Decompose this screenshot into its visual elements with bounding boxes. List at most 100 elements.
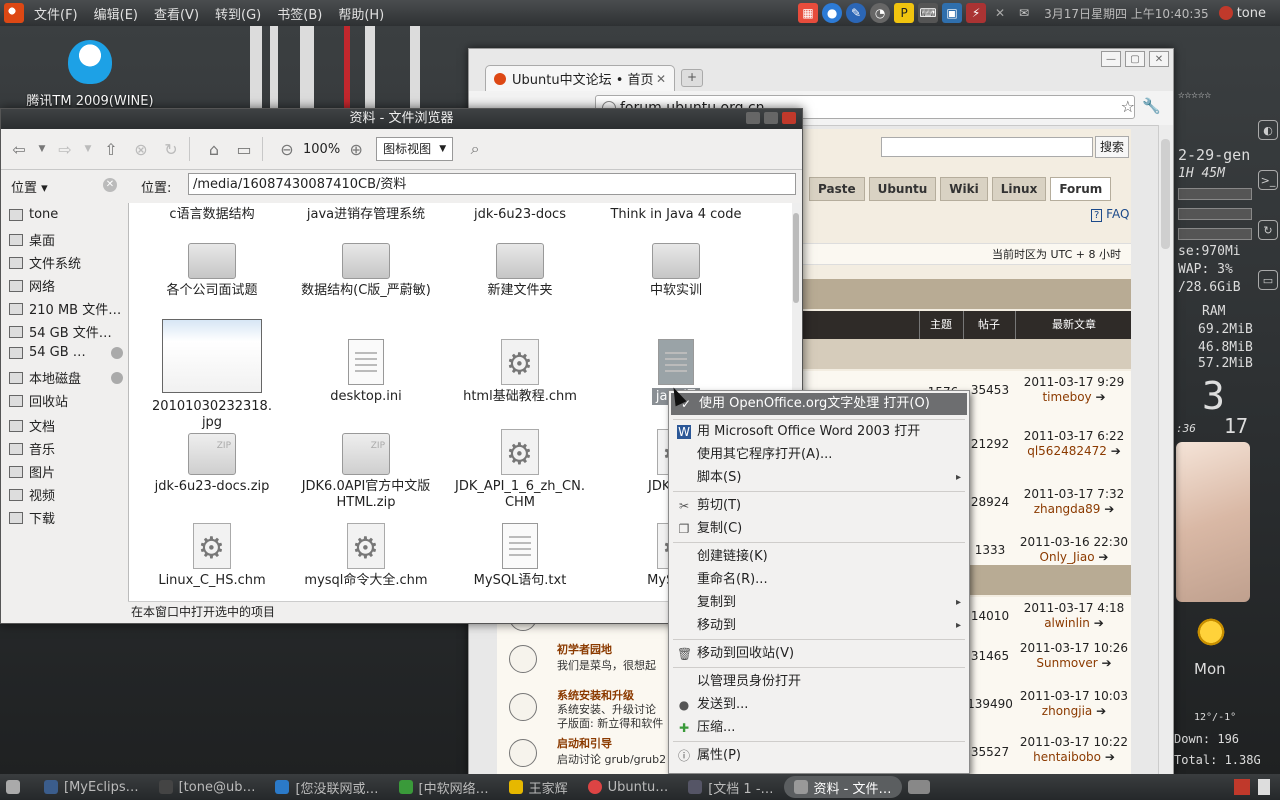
sidebar-item-desktop[interactable]: 桌面 xyxy=(9,230,123,249)
forum-title[interactable]: 启动和引导 xyxy=(557,735,612,751)
sidebar-item-filesystem[interactable]: 文件系统 xyxy=(9,253,123,272)
sidebar-item-trash[interactable]: 回收站 xyxy=(9,391,123,410)
forum-title[interactable]: 初学者园地 xyxy=(557,641,612,657)
forum-subforums[interactable]: 子版面: 新立得和软件 xyxy=(557,715,663,731)
file-item[interactable]: 新建文件夹 xyxy=(443,243,597,299)
file-item[interactable]: mysql命令大全.chm xyxy=(289,523,443,589)
file-item[interactable]: 中软实训 xyxy=(599,243,753,299)
close-button[interactable] xyxy=(782,112,796,124)
bookmark-star-icon[interactable]: ☆ xyxy=(1121,97,1135,116)
nav-forum[interactable]: Forum xyxy=(1050,177,1112,201)
task-chrome[interactable]: Ubuntu… xyxy=(578,776,679,798)
volume-mute-icon[interactable]: ✕ xyxy=(990,3,1010,23)
menu-make-link[interactable]: 创建链接(K) xyxy=(669,546,969,568)
nav-wiki[interactable]: Wiki xyxy=(940,177,988,201)
menu-rename[interactable]: 重命名(R)... xyxy=(669,569,969,591)
file-item[interactable]: 数据结构(C版_严蔚敏) xyxy=(289,243,443,299)
forward-arrow-icon[interactable]: ⇨ xyxy=(53,137,77,161)
compass-icon[interactable]: ✎ xyxy=(846,3,867,23)
sidebar-mode-select[interactable]: 位置 ▾ xyxy=(11,177,48,196)
forum-search-input[interactable] xyxy=(881,137,1093,157)
location-input[interactable]: /media/16087430087410CB/资料 xyxy=(188,173,796,195)
menu-properties[interactable]: ⓘ 属性(P) xyxy=(669,745,969,767)
goto-post-icon[interactable]: ➔ xyxy=(1094,616,1104,630)
new-tab-button[interactable]: + xyxy=(681,69,703,87)
goto-post-icon[interactable]: ➔ xyxy=(1104,502,1114,516)
row-last-author[interactable]: zhangda89 xyxy=(1034,502,1101,516)
menu-scripts[interactable]: 脚本(S) ▸ xyxy=(669,467,969,489)
goto-post-icon[interactable]: ➔ xyxy=(1095,390,1105,404)
page-scrollbar[interactable] xyxy=(1158,125,1173,775)
zoom-out-icon[interactable]: ⊖ xyxy=(275,137,299,161)
menu-move-to-trash[interactable]: 🗑 移动到回收站(V) xyxy=(669,643,969,665)
app-launcher-icon[interactable]: ▦ xyxy=(798,3,819,23)
sidebar-item-home[interactable]: tone xyxy=(9,207,123,222)
menu-move-to[interactable]: 移动到 ▸ xyxy=(669,615,969,637)
menu-edit[interactable]: 编辑(E) xyxy=(86,4,146,23)
menu-view[interactable]: 查看(V) xyxy=(146,4,207,23)
file-item[interactable]: 20101030232318. jpg xyxy=(135,319,289,431)
dock-icon[interactable]: ↻ xyxy=(1258,220,1278,240)
menu-open-with-other[interactable]: 使用其它程序打开(A)... xyxy=(669,444,969,466)
sidebar-item-volume[interactable]: 210 MB 文件… xyxy=(9,299,123,318)
menu-send-to[interactable]: ● 发送到... xyxy=(669,694,969,716)
file-item[interactable]: html基础教程.chm xyxy=(443,339,597,405)
close-button[interactable]: ✕ xyxy=(1149,51,1169,67)
file-item[interactable]: c语言数据结构 xyxy=(135,207,289,223)
maximize-button[interactable] xyxy=(764,112,778,124)
file-item[interactable]: Linux_C_HS.chm xyxy=(135,523,289,589)
nav-linux[interactable]: Linux xyxy=(991,177,1047,201)
back-arrow-icon[interactable]: ⇦ xyxy=(7,137,31,161)
menu-help[interactable]: 帮助(H) xyxy=(330,4,392,23)
goto-post-icon[interactable]: ➔ xyxy=(1111,444,1121,458)
sidebar-item-network[interactable]: 网络 xyxy=(9,276,123,295)
quit-icon[interactable] xyxy=(1234,779,1250,795)
minimize-button[interactable] xyxy=(746,112,760,124)
stop-icon[interactable]: ⊗ xyxy=(129,137,153,161)
menu-copy[interactable]: ❐ 复制(C) xyxy=(669,518,969,540)
file-item[interactable]: Think in Java 4 code xyxy=(599,207,753,223)
mail-icon[interactable]: ✉ xyxy=(1014,3,1034,23)
menu-open-with-openoffice[interactable]: ✓ 使用 OpenOffice.org文字处理 打开(O) xyxy=(671,393,967,415)
menu-bookmarks[interactable]: 书签(B) xyxy=(269,4,330,23)
row-last-author[interactable]: Only_Jiao xyxy=(1040,550,1095,564)
zoom-in-icon[interactable]: ⊕ xyxy=(344,137,368,161)
row-last-author[interactable]: alwinlin xyxy=(1044,616,1090,630)
back-dropdown-icon[interactable]: ▼ xyxy=(37,137,47,161)
eject-icon[interactable] xyxy=(111,346,123,359)
keyboard-icon[interactable]: ⌨ xyxy=(918,3,939,23)
home-icon[interactable]: ⌂ xyxy=(202,137,226,161)
file-item[interactable]: jdk-6u23-docs xyxy=(443,207,597,223)
user-menu[interactable]: tone xyxy=(1218,6,1266,21)
scrollbar-thumb[interactable] xyxy=(793,213,799,303)
wrench-menu-icon[interactable]: 🔧 xyxy=(1142,97,1161,115)
sidebar-item-local-disk[interactable]: 本地磁盘 xyxy=(9,368,123,387)
task-browser-offline[interactable]: [您没联网或… xyxy=(265,776,388,798)
file-item[interactable]: JDK6.0API官方中文版HTML.zip xyxy=(289,433,443,511)
goto-post-icon[interactable]: ➔ xyxy=(1098,550,1108,564)
menu-copy-to[interactable]: 复制到 ▸ xyxy=(669,592,969,614)
notepad-icon[interactable]: P xyxy=(894,3,915,23)
file-item[interactable]: 各个公司面试题 xyxy=(135,243,289,299)
sidebar-item-volume[interactable]: 54 GB … xyxy=(9,345,123,360)
sidebar-close-icon[interactable]: ✕ xyxy=(103,178,117,192)
up-arrow-icon[interactable]: ⇧ xyxy=(99,137,123,161)
sidebar-item-volume[interactable]: 54 GB 文件… xyxy=(9,322,123,341)
forum-search-button[interactable]: 搜索 xyxy=(1095,136,1129,158)
file-item[interactable]: desktop.ini xyxy=(289,339,443,405)
menu-cut[interactable]: ✂ 剪切(T) xyxy=(669,495,969,517)
menu-open-with-word[interactable]: W 用 Microsoft Office Word 2003 打开 xyxy=(669,421,969,443)
desktop-icon-qq[interactable]: 腾讯TM 2009(WINE) xyxy=(20,40,160,109)
reload-icon[interactable]: ↻ xyxy=(159,137,183,161)
battery-icon[interactable]: ⚡ xyxy=(966,3,987,23)
panel-clock[interactable]: 3月17日星期四 上午10:40:35 xyxy=(1044,5,1209,22)
file-item[interactable]: jdk-6u23-docs.zip xyxy=(135,433,289,495)
forward-dropdown-icon[interactable]: ▼ xyxy=(83,137,93,161)
file-item[interactable]: JDK_API_1_6_zh_CN.CHM xyxy=(443,429,597,511)
task-chat[interactable]: 王家辉 xyxy=(499,776,578,798)
browser-tab[interactable]: Ubuntu中文论坛 • 首页 ✕ xyxy=(485,65,675,91)
file-item[interactable]: java进销存管理系统 xyxy=(289,207,443,223)
menu-open-as-admin[interactable]: 以管理员身份打开 xyxy=(669,671,969,693)
file-item[interactable]: MySQL语句.txt xyxy=(443,523,597,589)
row-last-author[interactable]: timeboy xyxy=(1042,390,1091,404)
